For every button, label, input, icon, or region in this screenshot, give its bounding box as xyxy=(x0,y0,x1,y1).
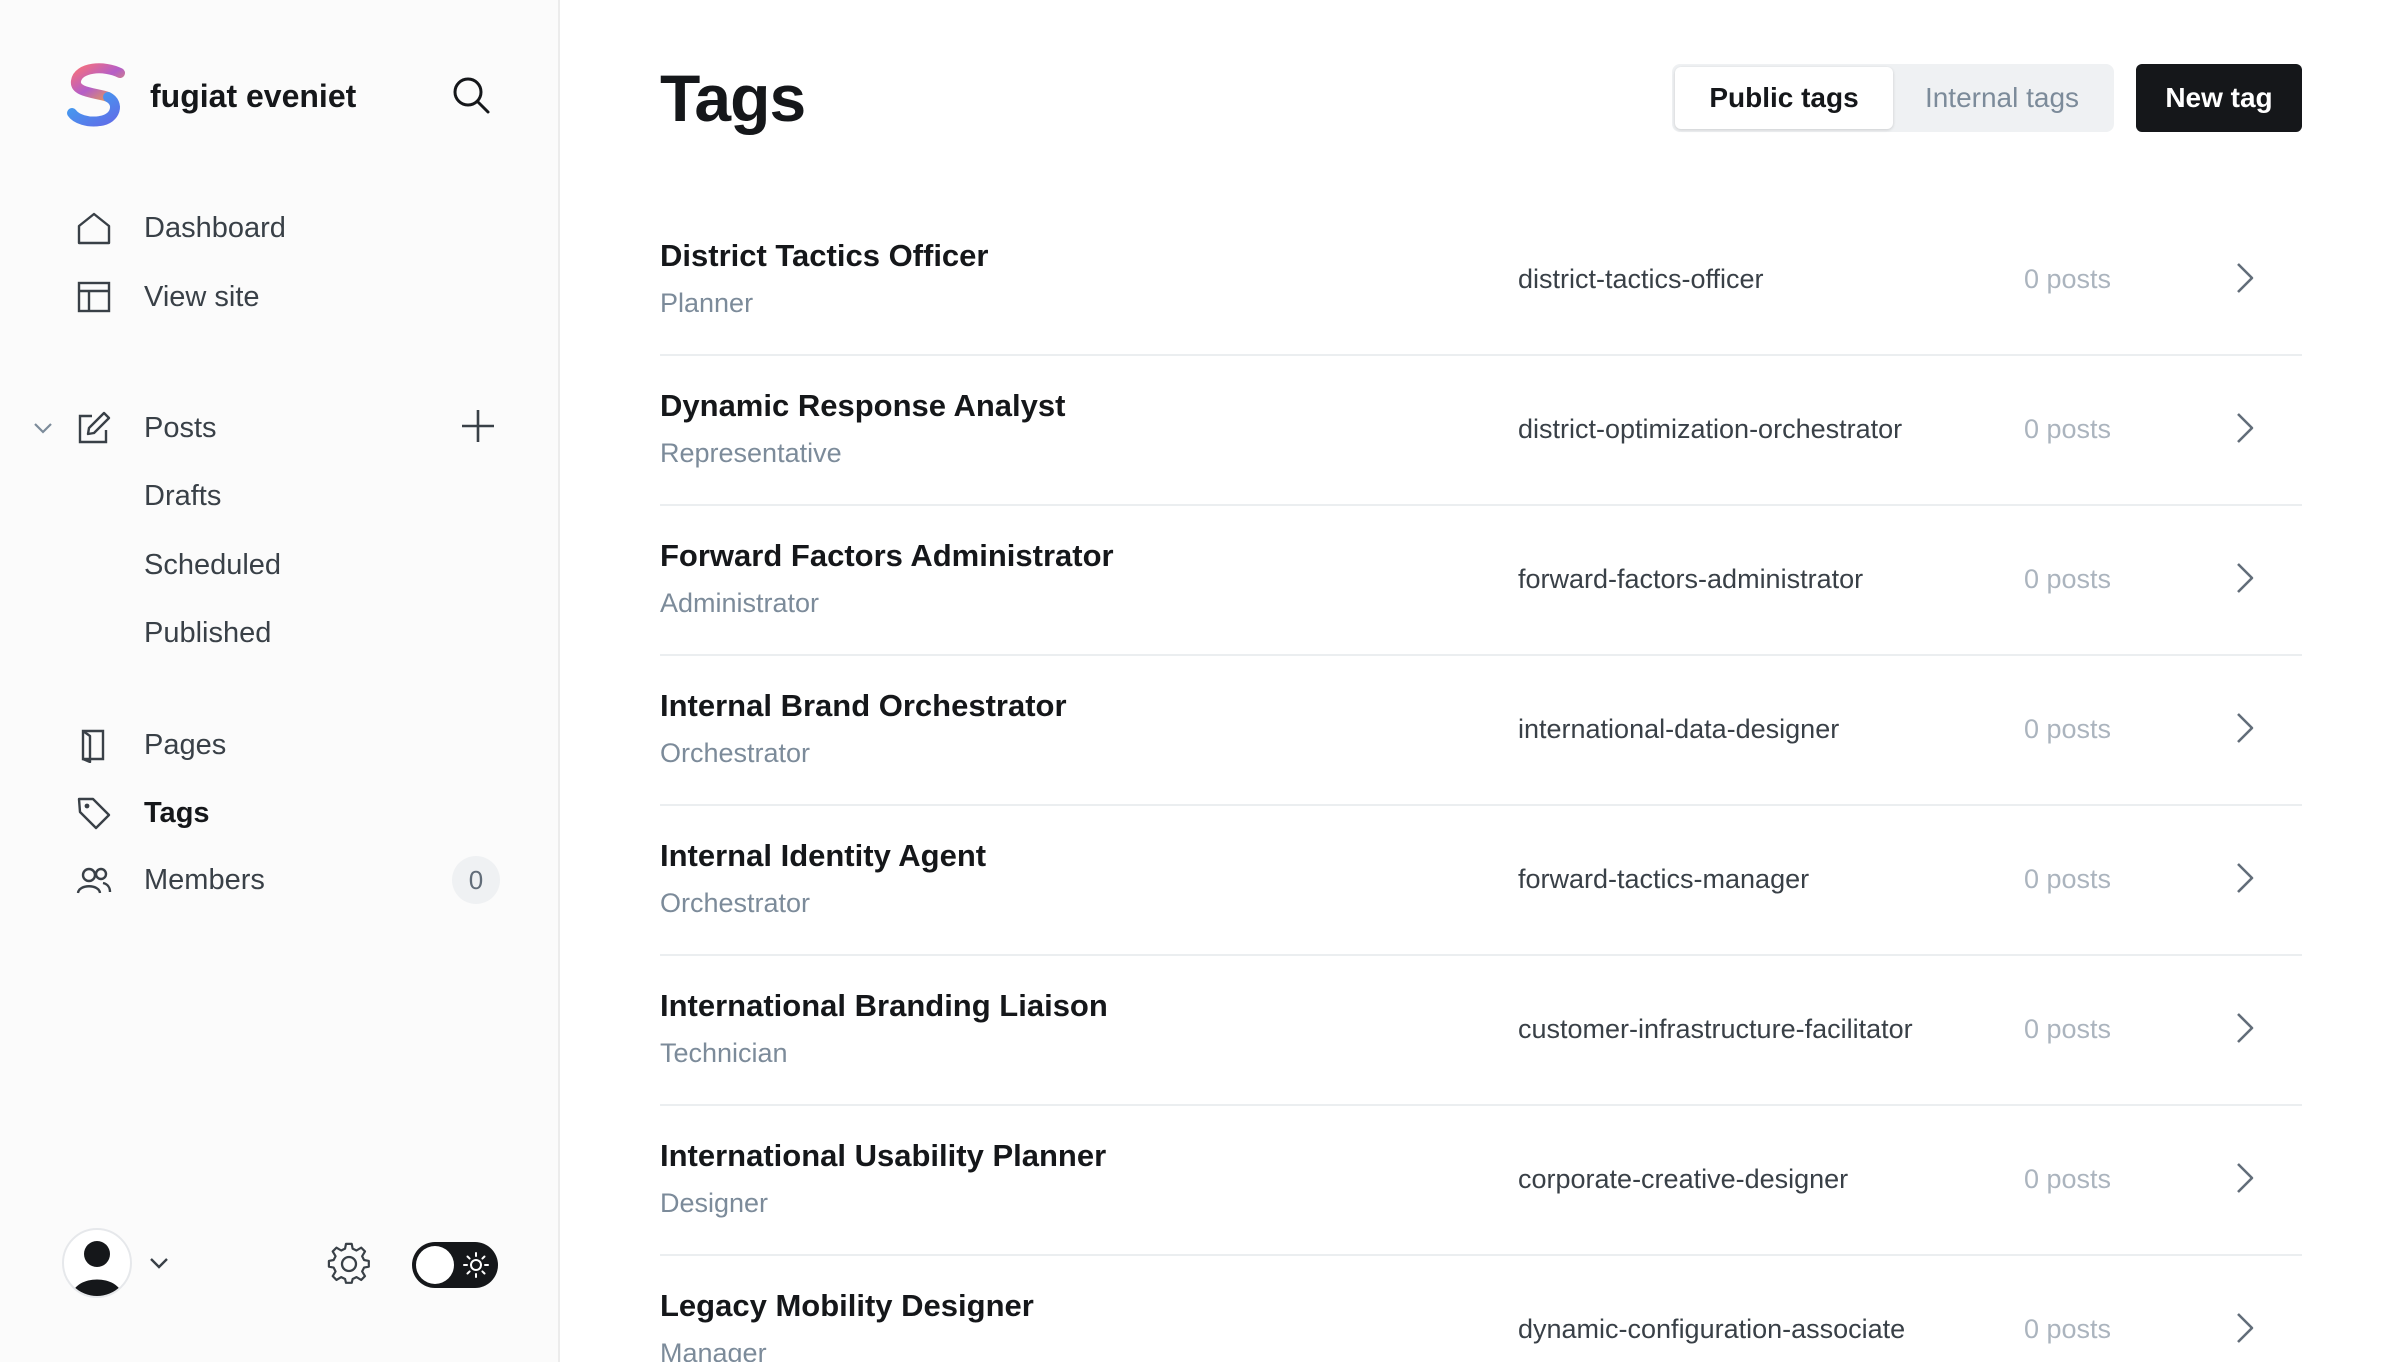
gear-icon xyxy=(327,1242,370,1284)
nav-view-site-label: View site xyxy=(144,280,260,313)
tag-list: District Tactics Officer Planner distric… xyxy=(660,206,2302,1362)
tag-name: Internal Identity Agent xyxy=(660,838,987,873)
tag-slug: district-tactics-officer xyxy=(1518,264,1764,294)
tag-row[interactable]: International Branding Liaison Technicia… xyxy=(660,956,2302,1106)
edit-icon xyxy=(74,408,114,448)
tag-description: Planner xyxy=(660,288,754,318)
tag-name: Forward Factors Administrator xyxy=(660,538,1114,573)
nav-published[interactable]: Published xyxy=(144,605,271,661)
tag-post-count: 0 posts xyxy=(2024,414,2112,444)
chevron-right-icon xyxy=(2230,408,2260,448)
tag-row[interactable]: Legacy Mobility Designer Manager dynamic… xyxy=(660,1256,2302,1362)
tag-name: Dynamic Response Analyst xyxy=(660,388,1066,423)
sun-icon xyxy=(462,1251,490,1279)
chevron-down-icon xyxy=(144,1248,174,1278)
members-count-badge: 0 xyxy=(452,856,500,904)
tag-row[interactable]: Internal Identity Agent Orchestrator for… xyxy=(660,806,2302,956)
tag-description: Orchestrator xyxy=(660,888,811,918)
search-icon xyxy=(453,77,490,114)
avatar xyxy=(62,1228,132,1298)
toggle-knob xyxy=(416,1246,454,1284)
tag-row[interactable]: Internal Brand Orchestrator Orchestrator… xyxy=(660,656,2302,806)
chevron-right-icon xyxy=(2230,858,2260,898)
tag-slug: customer-infrastructure-facilitator xyxy=(1518,1014,1913,1044)
tag-slug: dynamic-configuration-associate xyxy=(1518,1314,1906,1344)
nav-drafts[interactable]: Drafts xyxy=(144,468,221,524)
nav-posts[interactable]: Posts xyxy=(74,400,217,456)
main-content: Tags Public tags Internal tags New tag D… xyxy=(560,0,2400,1362)
chevron-down-icon xyxy=(34,423,52,434)
tag-name: International Usability Planner xyxy=(660,1138,1107,1173)
nav-members-label: Members xyxy=(144,863,265,896)
tag-post-count: 0 posts xyxy=(2024,1314,2112,1344)
tag-row[interactable]: District Tactics Officer Planner distric… xyxy=(660,206,2302,356)
tag-slug: forward-factors-administrator xyxy=(1518,564,1864,594)
user-menu[interactable] xyxy=(62,1228,174,1298)
nav-tags[interactable]: Tags xyxy=(74,785,210,841)
home-icon xyxy=(74,208,114,248)
user-icon xyxy=(72,1241,122,1296)
tag-name: International Branding Liaison xyxy=(660,988,1108,1023)
settings-button[interactable] xyxy=(324,1238,374,1288)
tag-name: Legacy Mobility Designer xyxy=(660,1288,1034,1323)
layout-icon xyxy=(74,277,114,317)
chevron-right-icon xyxy=(2230,1008,2260,1048)
page-title: Tags xyxy=(660,61,806,135)
tag-post-count: 0 posts xyxy=(2024,1014,2112,1044)
nav-pages-label: Pages xyxy=(144,728,227,761)
tag-name: Internal Brand Orchestrator xyxy=(660,688,1067,723)
tag-slug: international-data-designer xyxy=(1518,714,1840,744)
tab-internal-tags[interactable]: Internal tags xyxy=(1893,67,2111,129)
chevron-right-icon xyxy=(2230,1158,2260,1198)
members-icon xyxy=(74,860,114,900)
tag-post-count: 0 posts xyxy=(2024,864,2112,894)
tag-row[interactable]: International Usability Planner Designer… xyxy=(660,1106,2302,1256)
tag-row[interactable]: Forward Factors Administrator Administra… xyxy=(660,506,2302,656)
tag-slug: forward-tactics-manager xyxy=(1518,864,1810,894)
chevron-right-icon xyxy=(2230,708,2260,748)
app-root: fugiat eveniet Dashboard View site Posts… xyxy=(0,0,2400,1362)
nav-members[interactable]: Members xyxy=(74,852,265,908)
search-button[interactable] xyxy=(448,72,494,118)
posts-collapse-toggle[interactable] xyxy=(28,413,58,443)
tag-post-count: 0 posts xyxy=(2024,1164,2112,1194)
nav-scheduled[interactable]: Scheduled xyxy=(144,537,281,593)
tag-description: Representative xyxy=(660,438,842,468)
chevron-right-icon xyxy=(2230,1308,2260,1348)
nav-tags-label: Tags xyxy=(144,796,210,829)
new-tag-button[interactable]: New tag xyxy=(2136,64,2302,132)
tag-description: Orchestrator xyxy=(660,738,811,768)
add-post-button[interactable] xyxy=(456,404,500,448)
tag-post-count: 0 posts xyxy=(2024,564,2112,594)
nav-view-site[interactable]: View site xyxy=(74,269,260,325)
brand-logo-icon xyxy=(67,63,125,127)
tag-icon xyxy=(74,793,114,833)
tab-public-tags[interactable]: Public tags xyxy=(1675,67,1893,129)
sidebar: fugiat eveniet Dashboard View site Posts… xyxy=(0,0,560,1362)
tag-description: Administrator xyxy=(660,588,820,618)
nav-posts-label: Posts xyxy=(144,411,217,444)
tag-row[interactable]: Dynamic Response Analyst Representative … xyxy=(660,356,2302,506)
tag-type-tabs: Public tags Internal tags xyxy=(1672,64,2114,132)
tag-slug: district-optimization-orchestrator xyxy=(1518,414,1903,444)
chevron-right-icon xyxy=(2230,558,2260,598)
brand-name: fugiat eveniet xyxy=(150,77,357,114)
tag-name: District Tactics Officer xyxy=(660,238,989,273)
chevron-right-icon xyxy=(2230,258,2260,298)
tag-description: Manager xyxy=(660,1338,767,1362)
tag-description: Technician xyxy=(660,1038,788,1068)
tag-slug: corporate-creative-designer xyxy=(1518,1164,1849,1194)
tag-post-count: 0 posts xyxy=(2024,714,2112,744)
plus-icon xyxy=(462,410,494,442)
page-icon xyxy=(74,725,114,765)
nav-dashboard-label: Dashboard xyxy=(144,211,286,244)
tag-post-count: 0 posts xyxy=(2024,264,2112,294)
theme-toggle[interactable] xyxy=(412,1242,498,1288)
tag-description: Designer xyxy=(660,1188,769,1218)
nav-dashboard[interactable]: Dashboard xyxy=(74,200,286,256)
nav-pages[interactable]: Pages xyxy=(74,717,226,773)
brand[interactable]: fugiat eveniet xyxy=(64,60,356,132)
